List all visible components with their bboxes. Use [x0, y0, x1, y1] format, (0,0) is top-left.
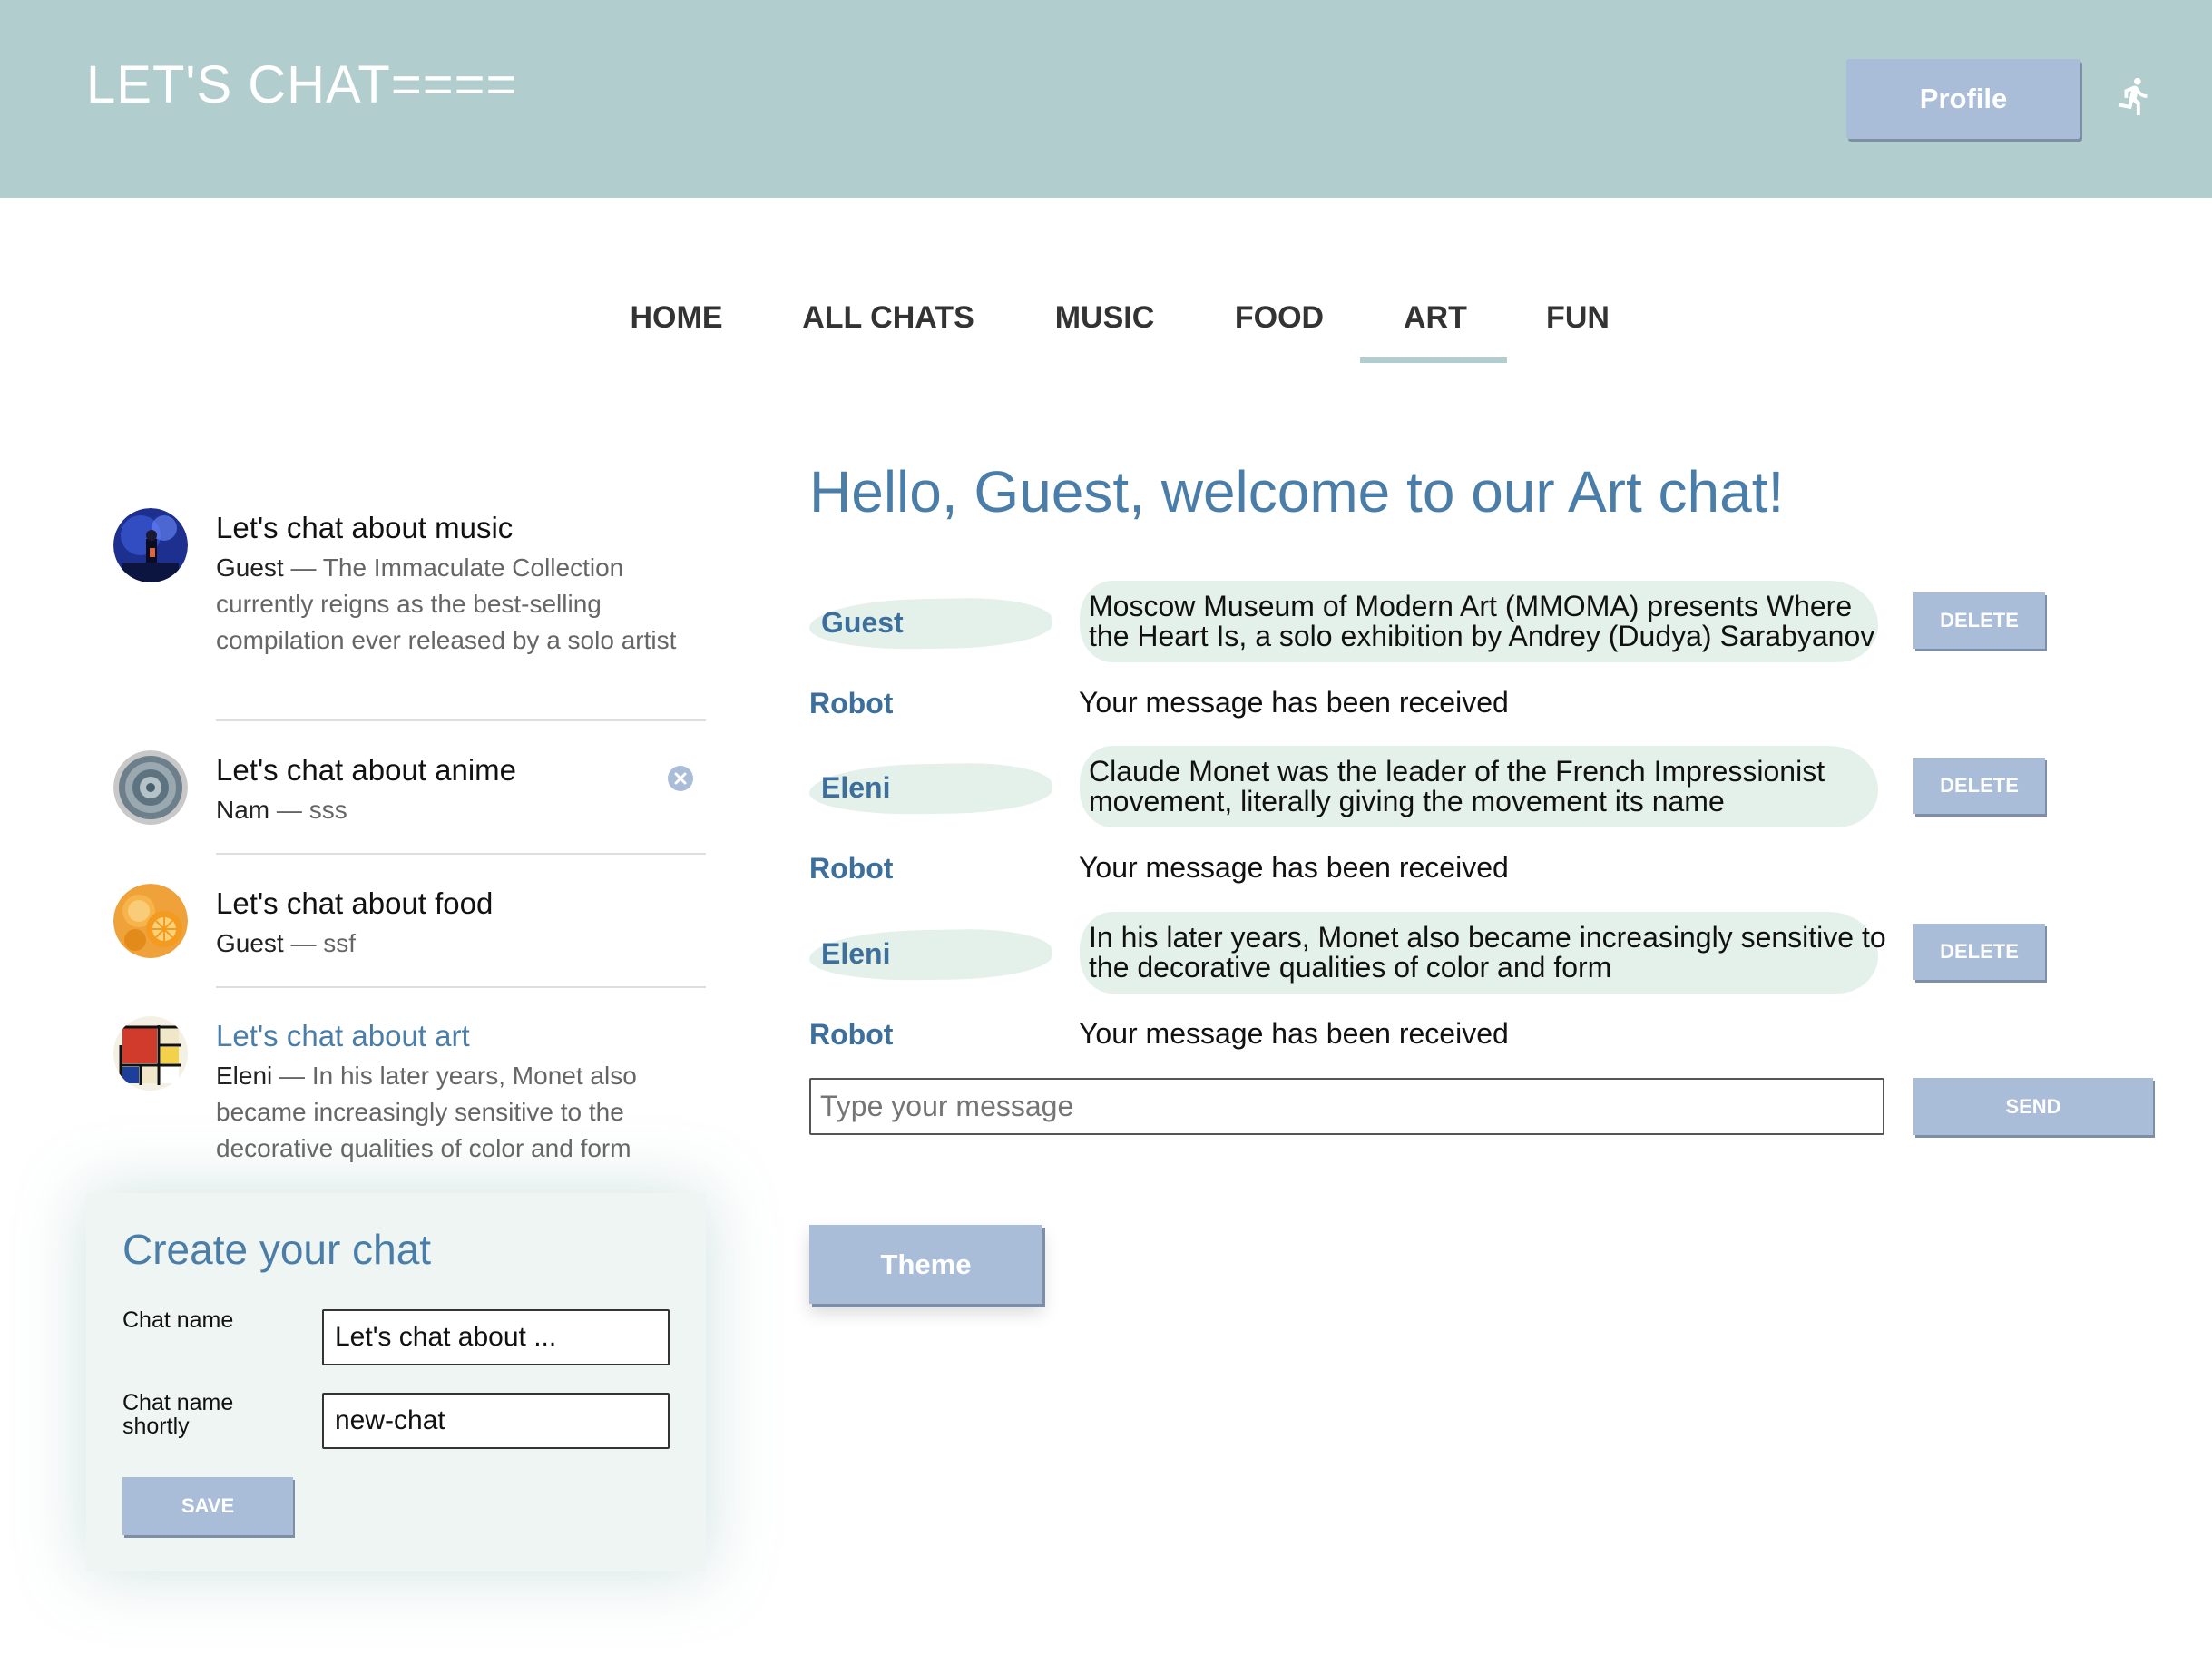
chat-short-name-input[interactable]: [322, 1393, 670, 1449]
message-author: Eleni: [821, 937, 891, 970]
tab-food[interactable]: FOOD: [1234, 290, 1325, 363]
tab-art[interactable]: ART: [1360, 290, 1507, 363]
chat-title: Let's chat about anime: [216, 753, 517, 787]
chat-preview-text: ssf: [323, 929, 357, 957]
chat-preview-author: Nam: [216, 796, 270, 824]
send-button[interactable]: SEND: [1913, 1078, 2153, 1135]
chat-preview: Guest — ssf: [216, 925, 710, 962]
app-header: LET'S CHAT==== Profile: [0, 0, 2212, 198]
message-line: the Heart Is, a solo exhibition by Andre…: [1089, 620, 1875, 652]
message-author: Guest: [821, 606, 904, 639]
message-line: Moscow Museum of Modern Art (MMOMA) pres…: [1089, 590, 1853, 622]
chat-title: Let's chat about art: [216, 1019, 470, 1052]
message-text: Your message has been received: [1079, 688, 1509, 718]
message-line: In his later years, Monet also became in…: [1089, 921, 1886, 954]
message-input[interactable]: [809, 1078, 1884, 1135]
message-text: Claude Monet was the leader of the Frenc…: [1089, 757, 1825, 817]
chat-preview: Eleni — In his later years, Monet also b…: [216, 1058, 710, 1167]
save-chat-button[interactable]: SAVE: [122, 1477, 293, 1535]
message-text: In his later years, Monet also became in…: [1089, 923, 1886, 983]
create-chat-panel: Create your chat Chat name Chat name sho…: [86, 1193, 706, 1571]
message-row: Robot Your message has been received: [809, 1016, 2152, 1052]
avatar-art: [113, 1016, 188, 1091]
remove-chat-icon[interactable]: [667, 765, 694, 792]
chat-preview: Nam — sss: [216, 792, 710, 828]
tab-all-chats[interactable]: ALL CHATS: [802, 290, 974, 363]
tab-fun[interactable]: FUN: [1545, 290, 1610, 363]
message-row: Guest Moscow Museum of Modern Art (MMOMA…: [808, 581, 2152, 671]
message-author: Eleni: [821, 771, 891, 804]
chat-name-input[interactable]: [322, 1309, 670, 1365]
message-row: Eleni In his later years, Monet also bec…: [808, 912, 2152, 1003]
message-line: Claude Monet was the leader of the Frenc…: [1089, 755, 1825, 788]
theme-button[interactable]: Theme: [809, 1225, 1042, 1304]
chat-preview-separator: —: [283, 929, 324, 957]
chat-short-name-label: Chat name shortly: [122, 1390, 234, 1439]
message-line: movement, literally giving the movement …: [1089, 785, 1725, 817]
message-row: Robot Your message has been received: [809, 685, 2152, 721]
avatar-music: [113, 508, 188, 582]
message-author: Robot: [809, 1018, 894, 1051]
chat-preview-author: Guest: [216, 553, 284, 582]
message-text: Moscow Museum of Modern Art (MMOMA) pres…: [1089, 592, 1874, 651]
profile-button[interactable]: Profile: [1846, 59, 2080, 139]
chat-title: Let's chat about food: [216, 886, 494, 920]
avatar-food: [113, 884, 188, 958]
delete-message-button[interactable]: DELETE: [1913, 758, 2045, 814]
nav-tabs: HOME ALL CHATS MUSIC FOOD ART FUN: [0, 290, 2212, 363]
chat-divider: [216, 719, 706, 721]
message-row: Robot Your message has been received: [809, 850, 2152, 886]
message-text: Your message has been received: [1079, 1019, 1509, 1049]
chat-preview: Guest — The Immaculate Collection curren…: [216, 550, 710, 659]
welcome-heading: Hello, Guest, welcome to our Art chat!: [809, 459, 1785, 524]
chat-divider: [216, 986, 706, 988]
message-author: Robot: [809, 852, 894, 885]
create-chat-title: Create your chat: [122, 1226, 432, 1273]
delete-message-button[interactable]: DELETE: [1913, 592, 2045, 649]
chat-preview-separator: —: [272, 1062, 312, 1090]
chat-divider: [216, 853, 706, 855]
message-line: Your message has been received: [1079, 851, 1509, 884]
message-line: Your message has been received: [1079, 686, 1509, 719]
message-row: Eleni Claude Monet was the leader of the…: [808, 746, 2152, 837]
chat-name-label: Chat name: [122, 1307, 234, 1333]
chat-preview-text: sss: [308, 796, 347, 824]
app-title: LET'S CHAT====: [86, 55, 518, 114]
tab-music[interactable]: MUSIC: [1052, 290, 1157, 363]
tab-home[interactable]: HOME: [629, 290, 724, 363]
delete-message-button[interactable]: DELETE: [1913, 924, 2045, 980]
chat-preview-separator: —: [269, 796, 309, 824]
chat-preview-separator: —: [283, 553, 323, 582]
message-line: the decorative qualities of color and fo…: [1089, 951, 1612, 984]
chat-preview-author: Guest: [216, 929, 284, 957]
message-text: Your message has been received: [1079, 853, 1509, 883]
running-person-icon[interactable]: [2114, 71, 2156, 122]
chat-preview-author: Eleni: [216, 1062, 273, 1090]
avatar-anime: [113, 750, 188, 825]
message-author: Robot: [809, 687, 894, 719]
chat-title: Let's chat about music: [216, 511, 514, 544]
message-line: Your message has been received: [1079, 1017, 1509, 1050]
